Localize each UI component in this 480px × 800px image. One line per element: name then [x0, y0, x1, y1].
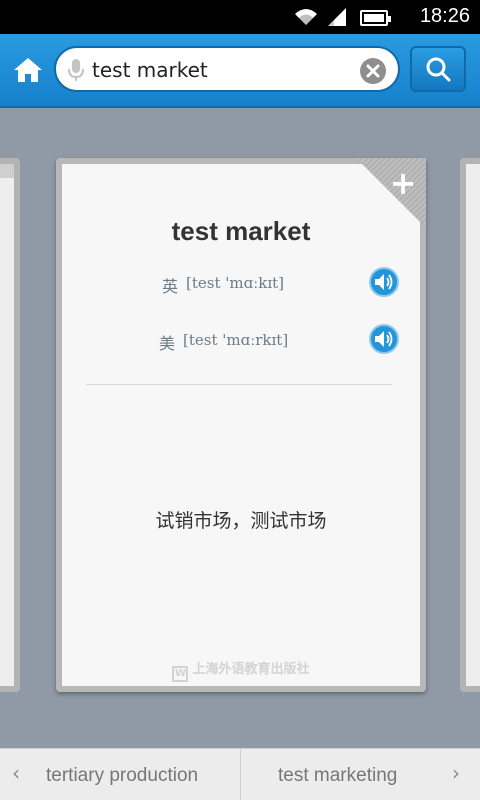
play-us-audio-button[interactable]: [369, 324, 399, 354]
pronunciation-uk-label: 英: [162, 277, 179, 296]
search-icon: [426, 57, 451, 82]
search-box: [54, 46, 400, 92]
search-input[interactable]: [92, 55, 352, 85]
play-uk-audio-button[interactable]: [369, 267, 399, 297]
clock: 18:26: [419, 5, 470, 27]
home-icon: [14, 58, 42, 82]
pronunciation-us-label: 美: [159, 334, 176, 353]
add-to-wordbook-button[interactable]: +: [388, 167, 418, 199]
clear-search-button[interactable]: [360, 58, 386, 84]
definition-text: 试销市场，测试市场: [155, 510, 327, 532]
chevron-right-icon[interactable]: ›: [452, 761, 468, 785]
card-divider: [86, 384, 392, 385]
next-card-edge[interactable]: [460, 158, 480, 692]
publisher-logo: W: [172, 666, 189, 682]
speaker-icon: [375, 274, 393, 290]
battery-icon: [360, 10, 391, 26]
word-card: + test market 英 [test 'mɑːkɪt] 美 [test '…: [56, 158, 426, 692]
microphone-icon[interactable]: [66, 58, 86, 82]
speaker-icon: [375, 331, 393, 347]
close-icon: [366, 64, 380, 78]
status-bar: 18:26: [0, 0, 480, 34]
previous-word-link[interactable]: tertiary production: [46, 765, 198, 787]
pronunciation-uk: 英 [test 'mɑːkɪt]: [62, 267, 420, 298]
bottom-divider: [240, 749, 241, 800]
search-button[interactable]: [410, 46, 466, 92]
next-word-link[interactable]: test marketing: [278, 765, 397, 787]
previous-card-edge[interactable]: [0, 158, 20, 692]
pronunciation-uk-ipa: [test 'mɑːkɪt]: [186, 274, 285, 292]
publisher-watermark: W 上海外语教育出版社: [62, 658, 420, 682]
pronunciation-us: 美 [test 'mɑːrkɪt]: [62, 324, 420, 355]
headword: test market: [171, 216, 311, 246]
status-icons: [294, 8, 391, 26]
wifi-icon: [295, 9, 317, 25]
publisher-name: 上海外语教育出版社: [192, 662, 310, 677]
signal-icon: [328, 8, 346, 26]
bottom-navigation: ‹ tertiary production test marketing ›: [0, 748, 480, 800]
home-button[interactable]: [10, 52, 46, 88]
pronunciation-us-ipa: [test 'mɑːrkɪt]: [183, 331, 289, 349]
app-header: [0, 34, 480, 108]
chevron-left-icon[interactable]: ‹: [12, 761, 28, 785]
